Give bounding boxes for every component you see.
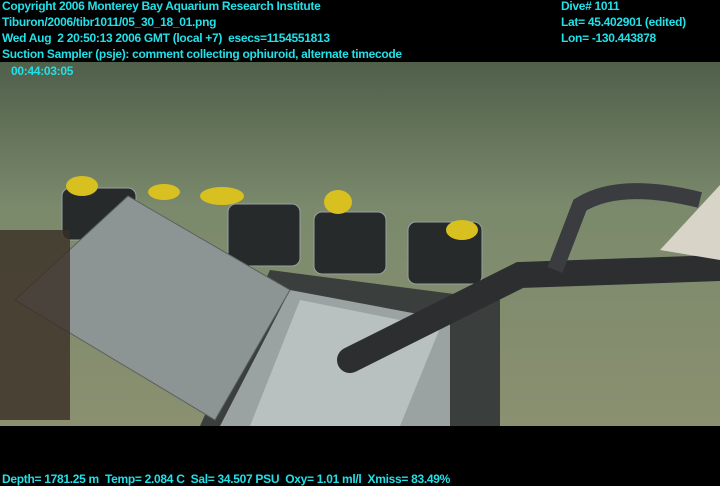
timecode-text: 00:44:03:05 [11, 64, 74, 78]
sensor-readout: Depth= 1781.25 m Temp= 2.084 C Sal= 34.5… [2, 472, 451, 486]
file-path-text: Tiburon/2006/tibr1011/05_30_18_01.png [2, 15, 217, 29]
latitude: Lat= 45.402901 (edited) [561, 15, 686, 29]
copyright-text: Copyright 2006 Monterey Bay Aquarium Res… [2, 0, 321, 13]
seafloor-photo [0, 62, 720, 426]
dive-number: Dive# 1011 [561, 0, 620, 13]
comment-text: Suction Sampler (psje): comment collecti… [2, 47, 402, 61]
longitude: Lon= -130.443878 [561, 31, 656, 45]
rov-frame: Copyright 2006 Monterey Bay Aquarium Res… [0, 0, 720, 486]
left-machinery [0, 230, 70, 420]
datetime-text: Wed Aug 2 20:50:13 2006 GMT (local +7) e… [2, 31, 330, 45]
